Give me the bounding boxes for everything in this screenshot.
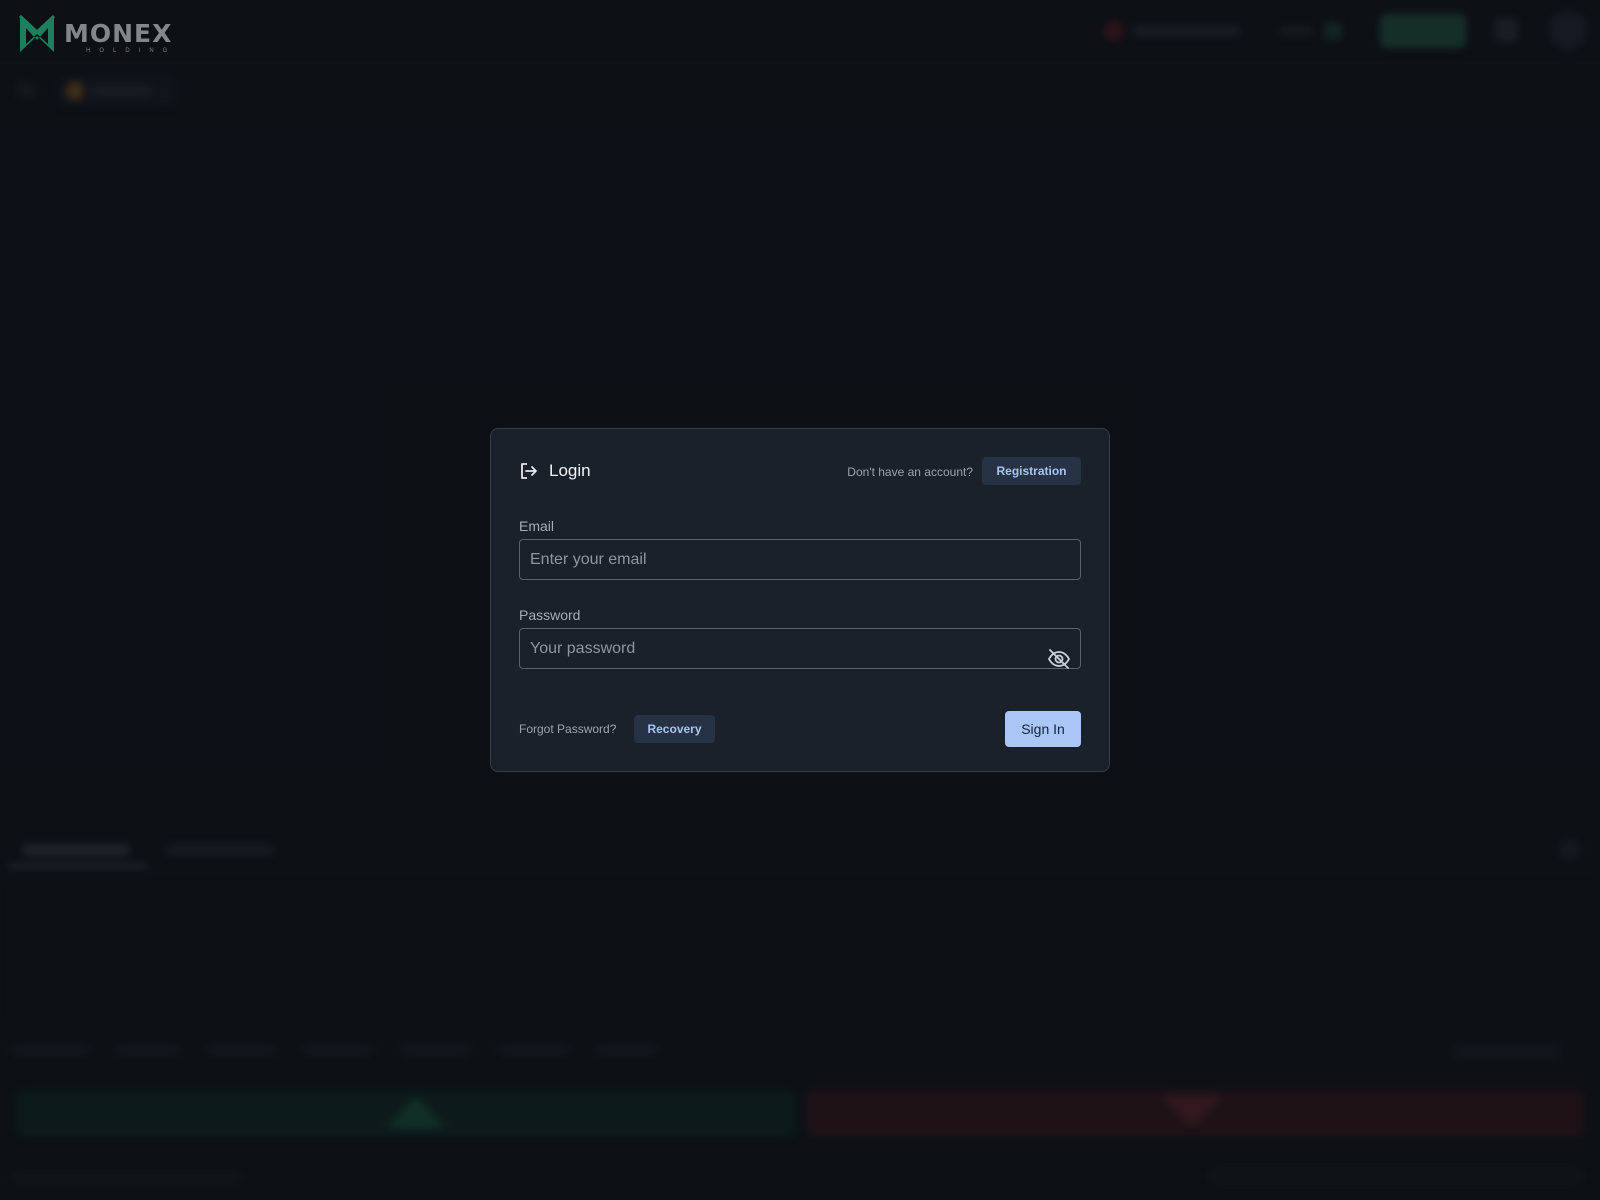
login-icon [521, 463, 537, 479]
password-field[interactable] [519, 628, 1081, 669]
no-account-text: Don't have an account? [847, 465, 973, 479]
sign-in-button[interactable]: Sign In [1005, 711, 1081, 747]
email-field[interactable] [519, 539, 1081, 580]
login-modal: Login Don't have an account? Registratio… [490, 428, 1110, 772]
login-title: Login [549, 461, 591, 480]
email-label: Email [519, 518, 555, 534]
recovery-button[interactable]: Recovery [634, 715, 715, 743]
login-header: Login Don't have an account? Registratio… [519, 457, 1081, 487]
registration-button[interactable]: Registration [982, 457, 1081, 485]
eye-off-icon[interactable] [1047, 647, 1071, 671]
password-label: Password [519, 607, 581, 623]
forgot-password-text: Forgot Password? [519, 722, 617, 736]
